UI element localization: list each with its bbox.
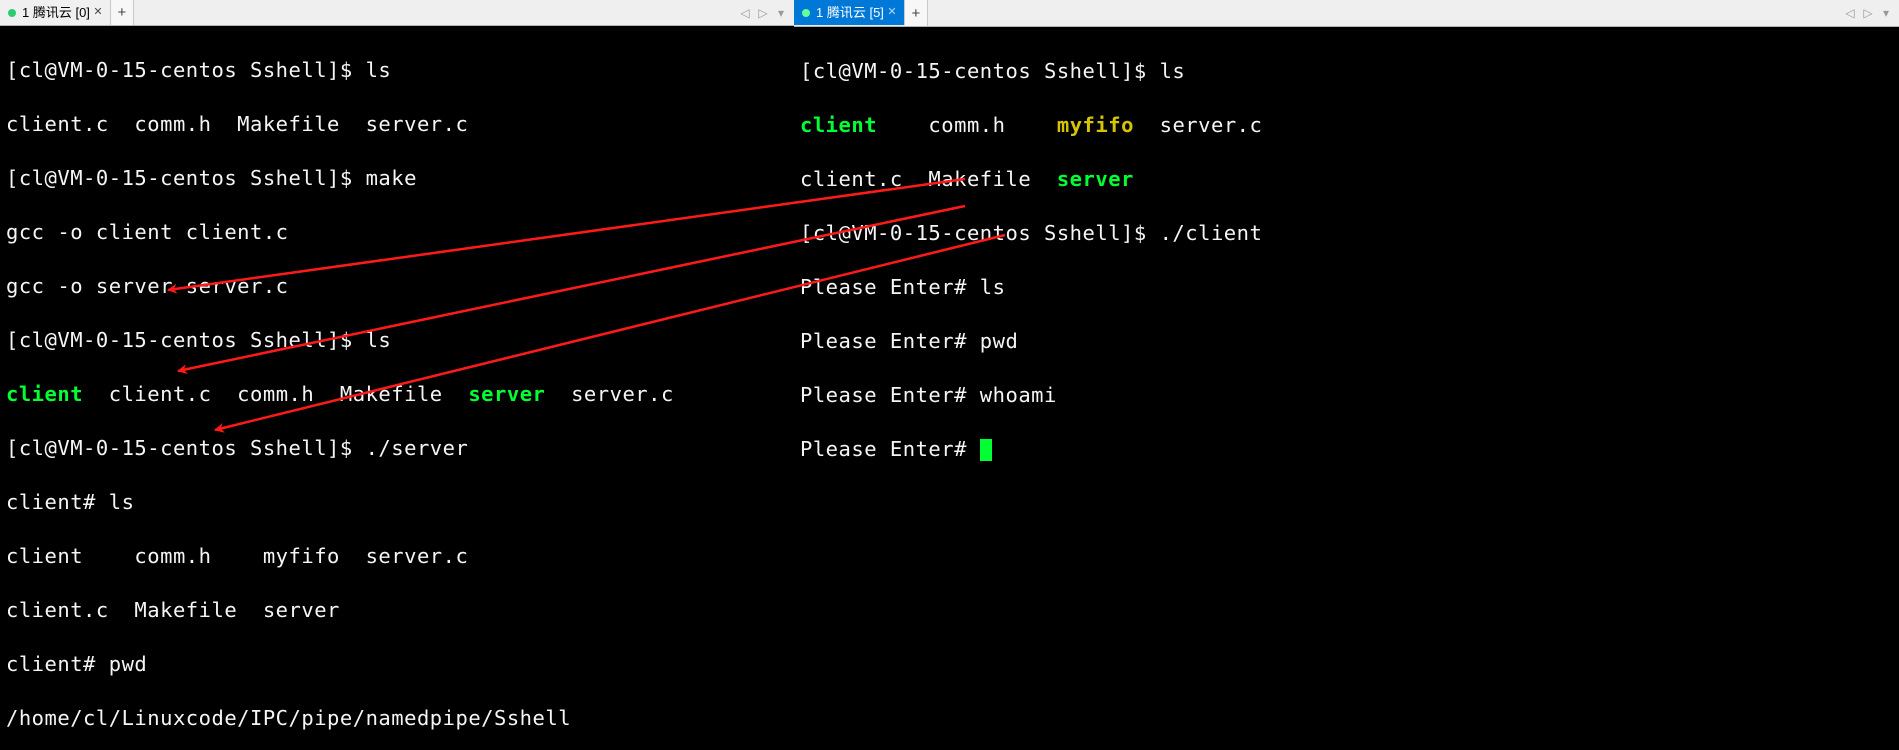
tab-next-icon[interactable]: ▷ bbox=[754, 6, 772, 20]
executable-file: server bbox=[468, 382, 545, 406]
named-pipe-file: myfifo bbox=[1057, 113, 1134, 137]
status-dot-icon bbox=[8, 9, 16, 17]
tab-tencent-5[interactable]: 1 腾讯云 [5] ✕ bbox=[794, 0, 905, 25]
workspace: 1 腾讯云 [0] ✕ + ◁ ▷ ▾ [cl@VM-0-15-centos S… bbox=[0, 0, 1899, 750]
new-tab-button[interactable]: + bbox=[905, 0, 928, 26]
term-line: /home/cl/Linuxcode/IPC/pipe/namedpipe/Ss… bbox=[6, 705, 788, 732]
tab-nav-arrows: ◁ ▷ ▾ bbox=[1841, 0, 1899, 26]
term-line: gcc -o client client.c bbox=[6, 219, 788, 246]
tab-dropdown-icon[interactable]: ▾ bbox=[1877, 6, 1895, 20]
term-line: Please Enter# ls bbox=[800, 274, 1893, 301]
term-line: [cl@VM-0-15-centos Sshell]$ ./client bbox=[800, 220, 1893, 247]
left-pane: 1 腾讯云 [0] ✕ + ◁ ▷ ▾ [cl@VM-0-15-centos S… bbox=[0, 0, 794, 750]
close-icon[interactable]: ✕ bbox=[885, 5, 899, 19]
term-line: [cl@VM-0-15-centos Sshell]$ ./server bbox=[6, 435, 788, 462]
right-pane: 1 腾讯云 [5] ✕ + ◁ ▷ ▾ [cl@VM-0-15-centos S… bbox=[794, 0, 1899, 750]
term-line: [cl@VM-0-15-centos Sshell]$ ls bbox=[6, 327, 788, 354]
executable-file: client bbox=[6, 382, 83, 406]
term-line: [cl@VM-0-15-centos Sshell]$ ls bbox=[6, 57, 788, 84]
term-line: Please Enter# whoami bbox=[800, 382, 1893, 409]
tab-prev-icon[interactable]: ◁ bbox=[736, 6, 754, 20]
tab-bar-left: 1 腾讯云 [0] ✕ + ◁ ▷ ▾ bbox=[0, 0, 794, 26]
tab-title: 1 腾讯云 [0] bbox=[22, 0, 90, 25]
term-line: Please Enter# bbox=[800, 436, 1893, 463]
term-line: [cl@VM-0-15-centos Sshell]$ make bbox=[6, 165, 788, 192]
executable-file: server bbox=[1057, 167, 1134, 191]
tab-title: 1 腾讯云 [5] bbox=[816, 0, 884, 25]
terminal-left[interactable]: [cl@VM-0-15-centos Sshell]$ ls client.c … bbox=[0, 26, 794, 750]
term-line: client client.c comm.h Makefile server s… bbox=[6, 381, 788, 408]
term-line: [cl@VM-0-15-centos Sshell]$ ls bbox=[800, 58, 1893, 85]
term-line: client# ls bbox=[6, 489, 788, 516]
tab-tencent-0[interactable]: 1 腾讯云 [0] ✕ bbox=[0, 0, 111, 25]
term-line: client# pwd bbox=[6, 651, 788, 678]
term-line: client comm.h myfifo server.c bbox=[6, 543, 788, 570]
term-line: client.c Makefile server bbox=[800, 166, 1893, 193]
term-line: client comm.h myfifo server.c bbox=[800, 112, 1893, 139]
term-line: gcc -o server server.c bbox=[6, 273, 788, 300]
tab-nav-arrows: ◁ ▷ ▾ bbox=[736, 0, 794, 25]
tab-next-icon[interactable]: ▷ bbox=[1859, 6, 1877, 20]
terminal-right[interactable]: [cl@VM-0-15-centos Sshell]$ ls client co… bbox=[794, 27, 1899, 750]
term-line: client.c comm.h Makefile server.c bbox=[6, 111, 788, 138]
tab-bar-right: 1 腾讯云 [5] ✕ + ◁ ▷ ▾ bbox=[794, 0, 1899, 27]
cursor-icon bbox=[980, 439, 992, 461]
term-line: Please Enter# pwd bbox=[800, 328, 1893, 355]
tab-prev-icon[interactable]: ◁ bbox=[1841, 6, 1859, 20]
status-dot-icon bbox=[802, 9, 810, 17]
tab-dropdown-icon[interactable]: ▾ bbox=[772, 6, 790, 20]
new-tab-button[interactable]: + bbox=[111, 0, 134, 25]
close-icon[interactable]: ✕ bbox=[91, 5, 105, 19]
executable-file: client bbox=[800, 113, 877, 137]
term-line: client.c Makefile server bbox=[6, 597, 788, 624]
